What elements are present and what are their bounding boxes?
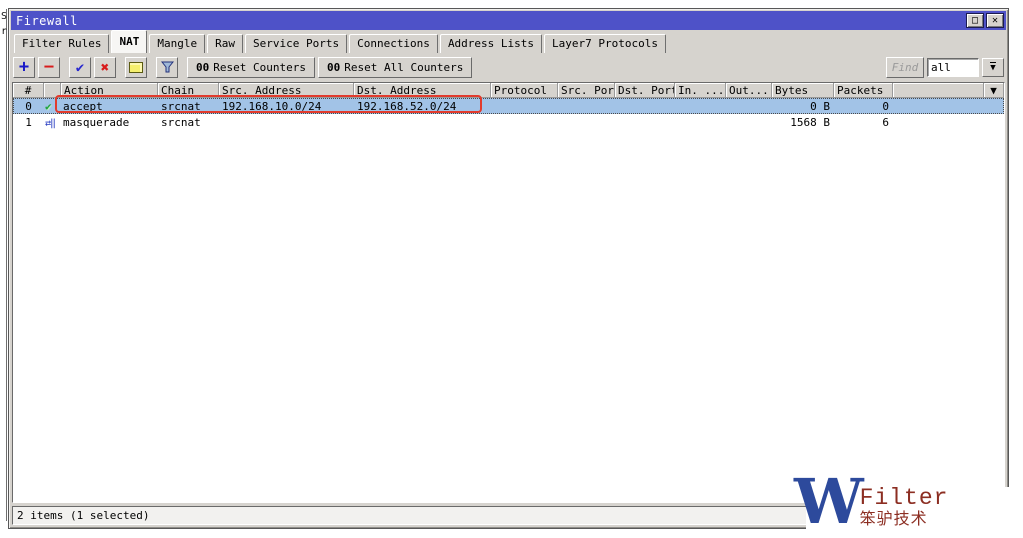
find-label: Find [892, 61, 919, 74]
column-header-filler [893, 83, 984, 98]
masquerade-arrows-icon: ⇄‖ [44, 116, 61, 129]
wfilter-subtitle: 笨驴技术 [860, 509, 949, 528]
cell-bytes: 1568 B [772, 116, 834, 129]
tab-filter-rules[interactable]: Filter Rules [14, 34, 109, 53]
disable-rule-button[interactable]: ✖ [94, 57, 116, 78]
column-header-dst-address[interactable]: Dst. Address [354, 83, 491, 98]
tab-label: Address Lists [448, 37, 534, 50]
filter-scope-dropdown-button[interactable]: ▼ [982, 58, 1004, 77]
wfilter-watermark: W Filter 笨驴技术 [806, 487, 1023, 534]
column-header-chain[interactable]: Chain [158, 83, 219, 98]
cell-packets: 6 [834, 116, 893, 129]
column-header-bytes[interactable]: Bytes [772, 83, 834, 98]
accept-check-icon: ✔ [44, 100, 61, 113]
column-header-protocol[interactable]: Protocol [491, 83, 558, 98]
table-row[interactable]: 1 ⇄‖ masquerade srcnat 1568 B 6 [13, 114, 1004, 130]
tab-label: Layer7 Protocols [552, 37, 658, 50]
wfilter-logo: W Filter 笨驴技术 [794, 473, 948, 531]
tab-label: Service Ports [253, 37, 339, 50]
tab-nat[interactable]: NAT [111, 30, 147, 53]
cell-bytes: 0 B [772, 100, 834, 113]
filter-scope-dropdown[interactable]: all [927, 58, 979, 77]
cross-icon: ✖ [101, 61, 109, 75]
cell-dst-address: 192.168.52.0/24 [354, 100, 491, 113]
tab-mangle[interactable]: Mangle [149, 34, 205, 53]
column-header-number[interactable]: # [13, 83, 44, 98]
tab-label: NAT [119, 35, 139, 48]
tab-layer7-protocols[interactable]: Layer7 Protocols [544, 34, 666, 53]
plus-icon: + [19, 59, 29, 76]
wfilter-w-icon: W [794, 473, 864, 531]
titlebar[interactable]: Firewall □ ✕ [11, 11, 1006, 30]
column-header-icon[interactable] [44, 83, 61, 98]
cell-action: accept [61, 100, 158, 113]
cell-chain: srcnat [158, 100, 219, 113]
find-button[interactable]: Find [886, 57, 924, 78]
background-text-fragment: S [0, 9, 6, 24]
reset-counters-button[interactable]: 00 Reset Counters [187, 57, 315, 78]
column-picker-button[interactable]: ▼ [984, 83, 1004, 98]
cell-packets: 0 [834, 100, 893, 113]
cell-action: masquerade [61, 116, 158, 129]
column-header-src-port[interactable]: Src. Port [558, 83, 615, 98]
reset-counters-label: Reset Counters [213, 61, 306, 74]
minus-icon: − [44, 59, 54, 76]
column-header-dst-port[interactable]: Dst. Port [615, 83, 675, 98]
background-window-sliver: S r [0, 9, 7, 521]
table-header-row: # Action Chain Src. Address Dst. Address… [13, 83, 1004, 98]
column-header-out-interface[interactable]: Out.... [726, 83, 772, 98]
titlebar-buttons: □ ✕ [966, 13, 1004, 28]
tab-address-lists[interactable]: Address Lists [440, 34, 542, 53]
tab-connections[interactable]: Connections [349, 34, 438, 53]
cell-number: 0 [13, 100, 44, 113]
funnel-icon [161, 61, 174, 74]
maximize-icon: □ [972, 15, 978, 26]
cell-chain: srcnat [158, 116, 219, 129]
wfilter-brand: Filter [860, 487, 949, 509]
tab-raw[interactable]: Raw [207, 34, 243, 53]
maximize-button[interactable]: □ [966, 13, 984, 28]
column-header-src-address[interactable]: Src. Address [219, 83, 354, 98]
comment-note-icon [129, 62, 143, 73]
chevron-down-icon: ▼ [990, 62, 995, 73]
reset-all-counters-prefix: 00 [327, 61, 340, 74]
reset-all-counters-button[interactable]: 00 Reset All Counters [318, 57, 472, 78]
tab-strip: Filter Rules NAT Mangle Raw Service Port… [11, 30, 1006, 53]
filter-scope-value: all [931, 61, 951, 74]
remove-rule-button[interactable]: − [38, 57, 60, 78]
tab-label: Mangle [157, 37, 197, 50]
close-icon: ✕ [992, 15, 998, 26]
tab-service-ports[interactable]: Service Ports [245, 34, 347, 53]
filter-button[interactable] [156, 57, 178, 78]
tab-label: Connections [357, 37, 430, 50]
status-text: 2 items (1 selected) [17, 509, 149, 522]
comment-button[interactable] [125, 57, 147, 78]
nat-rules-table: # Action Chain Src. Address Dst. Address… [12, 82, 1005, 503]
column-header-packets[interactable]: Packets [834, 83, 893, 98]
column-header-action[interactable]: Action [61, 83, 158, 98]
tab-label: Filter Rules [22, 37, 101, 50]
reset-counters-prefix: 00 [196, 61, 209, 74]
wfilter-logo-text: Filter 笨驴技术 [860, 473, 949, 528]
add-rule-button[interactable]: + [13, 57, 35, 78]
cell-src-address: 192.168.10.0/24 [219, 100, 354, 113]
reset-all-counters-label: Reset All Counters [344, 61, 463, 74]
close-button[interactable]: ✕ [986, 13, 1004, 28]
background-text-fragment: r [0, 24, 6, 39]
window-title: Firewall [16, 14, 78, 28]
column-header-in-interface[interactable]: In. ... [675, 83, 726, 98]
toolbar: + − ✔ ✖ 00 Reset Counters 00 Reset All C… [11, 53, 1006, 81]
check-icon: ✔ [76, 61, 84, 75]
table-row[interactable]: 0 ✔ accept srcnat 192.168.10.0/24 192.16… [13, 98, 1004, 114]
firewall-window: Firewall □ ✕ Filter Rules NAT Mangle Raw… [8, 8, 1009, 529]
enable-rule-button[interactable]: ✔ [69, 57, 91, 78]
chevron-down-icon: ▼ [990, 84, 997, 97]
cell-number: 1 [13, 116, 44, 129]
tab-label: Raw [215, 37, 235, 50]
